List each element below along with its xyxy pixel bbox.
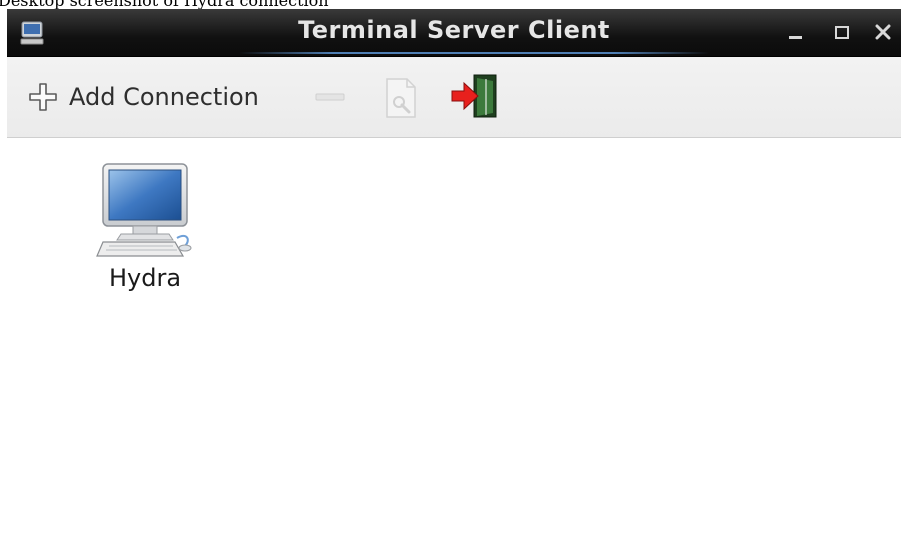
caption-text: Desktop screenshot of Hydra connection bbox=[0, 0, 329, 9]
exit-door-icon[interactable] bbox=[450, 73, 500, 119]
toolbar: Add Connection bbox=[7, 57, 901, 138]
connection-item[interactable]: Hydra bbox=[93, 160, 197, 292]
connections-area: Hydra bbox=[7, 138, 901, 538]
connection-name: Hydra bbox=[108, 264, 182, 292]
plus-icon bbox=[29, 83, 57, 111]
minus-icon[interactable] bbox=[313, 81, 347, 113]
close-icon[interactable] bbox=[870, 19, 896, 45]
properties-icon[interactable] bbox=[381, 77, 421, 119]
title-accent-line bbox=[239, 52, 709, 54]
computer-icon bbox=[96, 163, 192, 257]
title-bar[interactable]: Terminal Server Client bbox=[7, 9, 901, 57]
window-title: Terminal Server Client bbox=[298, 16, 610, 44]
minimize-icon[interactable] bbox=[783, 19, 809, 45]
partial-caption-strip: Desktop screenshot of Hydra connection bbox=[0, 0, 901, 9]
maximize-icon[interactable] bbox=[829, 19, 855, 45]
add-connection-label: Add Connection bbox=[69, 83, 259, 111]
add-connection-button[interactable]: Add Connection bbox=[27, 77, 259, 117]
app-window: Terminal Server Client Add Connection Hy… bbox=[7, 9, 901, 538]
